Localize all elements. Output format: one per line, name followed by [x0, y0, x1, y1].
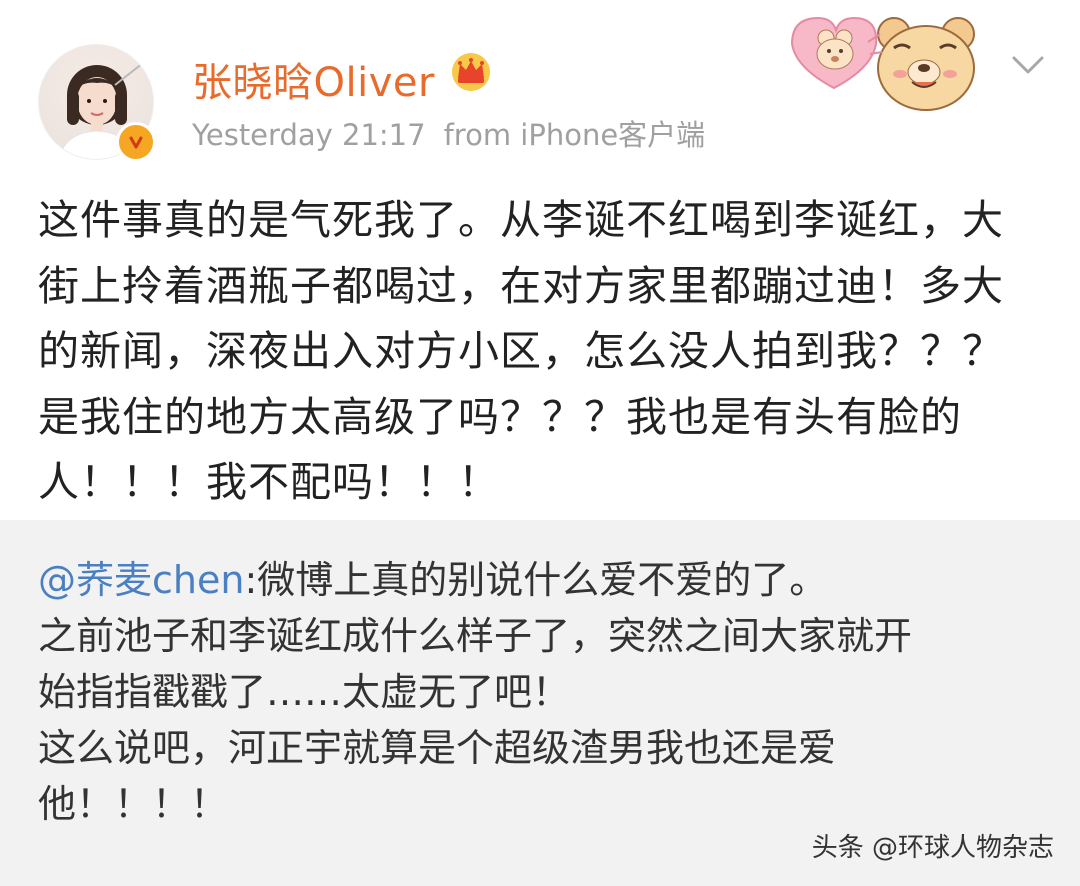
bear-sticker-icon — [790, 16, 975, 111]
crown-icon — [452, 53, 490, 91]
repost-line-3: 始指指戳戳了……太虚无了吧！ — [38, 670, 571, 714]
post-meta: Yesterday 21:17 from iPhone客户端 — [192, 112, 705, 154]
repost-line-2: 之前池子和李诞红成什么样子了，突然之间大家就开 — [38, 614, 913, 658]
mention-link[interactable]: @荞麦chen — [38, 558, 244, 602]
repost-block[interactable]: @荞麦chen:微博上真的别说什么爱不爱的了。 之前池子和李诞红成什么样子了，突… — [0, 520, 1080, 886]
repost-line-1: @荞麦chen:微博上真的别说什么爱不爱的了。 — [38, 552, 1048, 608]
username[interactable]: 张晓晗Oliver — [192, 50, 435, 108]
watermark: 头条 @环球人物杂志 — [811, 833, 1054, 863]
chevron-down-icon[interactable] — [1008, 52, 1048, 80]
weibo-post: 张晓晗Oliver Yesterday 21:17 from iPhone客户端 — [0, 0, 1080, 520]
post-source: from iPhone客户端 — [443, 118, 706, 152]
repost-line-4: 这么说吧，河正宇就算是个超级渣男我也还是爱 — [38, 726, 837, 770]
post-text: 这件事真的是气死我了。从李诞不红喝到李诞红，大街上拎着酒瓶子都喝过，在对方家里都… — [38, 196, 1004, 506]
repost-line-1-text: :微博上真的别说什么爱不爱的了。 — [244, 558, 828, 602]
verified-v-icon — [116, 122, 156, 162]
post-time: Yesterday 21:17 — [192, 118, 426, 152]
repost-text: @荞麦chen:微博上真的别说什么爱不爱的了。 之前池子和李诞红成什么样子了，突… — [38, 552, 1048, 832]
repost-line-5: 他！！！！ — [38, 782, 229, 826]
